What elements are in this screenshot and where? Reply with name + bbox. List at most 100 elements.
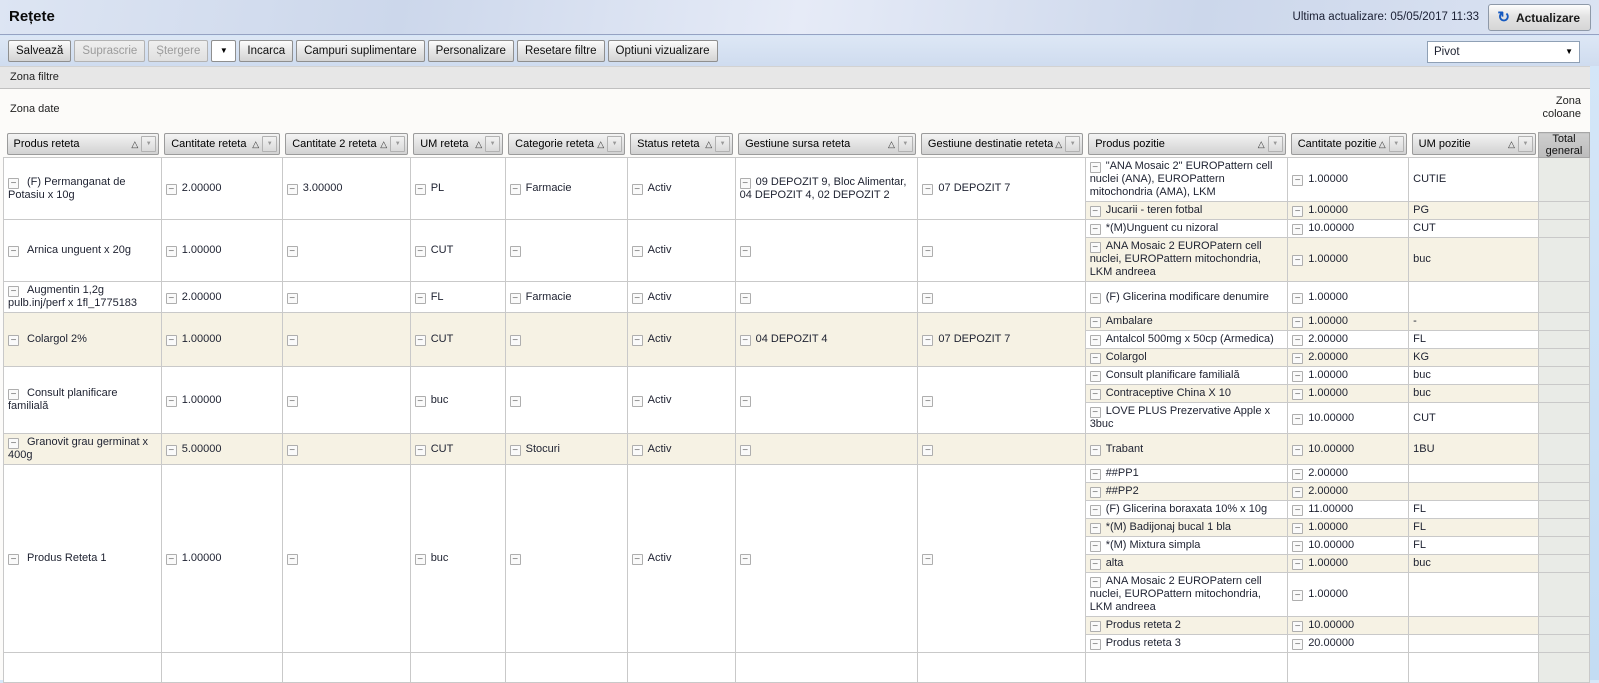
collapse-icon[interactable]: − (1292, 255, 1303, 266)
collapse-icon[interactable]: − (1090, 487, 1101, 498)
collapse-icon[interactable]: − (415, 335, 426, 346)
collapse-icon[interactable]: − (1292, 224, 1303, 235)
collapse-icon[interactable]: − (1090, 639, 1101, 650)
collapse-icon[interactable]: − (1090, 523, 1101, 534)
field-button-gestiune-destinatie-reteta[interactable]: Gestiune destinatie reteta△▼ (921, 133, 1083, 155)
collapse-icon[interactable]: − (1292, 293, 1303, 304)
collapse-icon[interactable]: − (510, 184, 521, 195)
collapse-icon[interactable]: − (287, 246, 298, 257)
collapse-icon[interactable]: − (287, 184, 298, 195)
collapse-icon[interactable]: − (415, 396, 426, 407)
collapse-icon[interactable]: − (415, 293, 426, 304)
collapse-icon[interactable]: − (166, 246, 177, 257)
collapse-icon[interactable]: − (8, 178, 19, 189)
toolbar-button-salveaz[interactable]: Salvează (8, 40, 71, 62)
collapse-icon[interactable]: − (1090, 577, 1101, 588)
filter-dropdown-button[interactable]: ▼ (715, 136, 730, 152)
collapse-icon[interactable]: − (632, 246, 643, 257)
collapse-icon[interactable]: − (8, 335, 19, 346)
collapse-icon[interactable]: − (1292, 487, 1303, 498)
collapse-icon[interactable]: − (1292, 559, 1303, 570)
filter-dropdown-button[interactable]: ▼ (898, 136, 913, 152)
collapse-icon[interactable]: − (1090, 335, 1101, 346)
field-button-gestiune-sursa-reteta[interactable]: Gestiune sursa reteta△▼ (738, 133, 916, 155)
filter-dropdown-button[interactable]: ▼ (1518, 136, 1533, 152)
collapse-icon[interactable]: − (1090, 541, 1101, 552)
collapse-icon[interactable]: − (166, 335, 177, 346)
collapse-icon[interactable]: − (1292, 590, 1303, 601)
field-button-um-pozitie[interactable]: UM pozitie△▼ (1412, 133, 1536, 155)
collapse-icon[interactable]: − (1292, 335, 1303, 346)
filter-dropdown-button[interactable]: ▼ (141, 136, 156, 152)
field-button-cantitate-pozitie[interactable]: Cantitate pozitie△▼ (1291, 133, 1407, 155)
collapse-icon[interactable]: − (415, 184, 426, 195)
collapse-icon[interactable]: − (1292, 541, 1303, 552)
filter-dropdown-button[interactable]: ▼ (607, 136, 622, 152)
collapse-icon[interactable]: − (8, 554, 19, 565)
collapse-icon[interactable]: − (8, 286, 19, 297)
collapse-icon[interactable]: − (166, 554, 177, 565)
collapse-icon[interactable]: − (166, 184, 177, 195)
field-button-cantitate-reteta[interactable]: Cantitate reteta△▼ (164, 133, 280, 155)
collapse-icon[interactable]: − (287, 396, 298, 407)
filter-dropdown-button[interactable]: ▼ (390, 136, 405, 152)
collapse-icon[interactable]: − (632, 293, 643, 304)
view-mode-select[interactable]: Pivot ▼ (1427, 41, 1580, 63)
collapse-icon[interactable]: − (1090, 242, 1101, 253)
collapse-icon[interactable]: − (8, 438, 19, 449)
filter-dropdown-button[interactable]: ▼ (1389, 136, 1404, 152)
collapse-icon[interactable]: − (922, 184, 933, 195)
collapse-icon[interactable]: − (1090, 162, 1101, 173)
collapse-icon[interactable]: − (287, 445, 298, 456)
collapse-icon[interactable]: − (922, 554, 933, 565)
collapse-icon[interactable]: − (1292, 206, 1303, 217)
collapse-icon[interactable]: − (1090, 353, 1101, 364)
collapse-icon[interactable]: − (1292, 469, 1303, 480)
collapse-icon[interactable]: − (510, 445, 521, 456)
collapse-icon[interactable]: − (8, 389, 19, 400)
collapse-icon[interactable]: − (1090, 505, 1101, 516)
field-button-cantitate-2-reteta[interactable]: Cantitate 2 reteta△▼ (285, 133, 408, 155)
collapse-icon[interactable]: − (632, 335, 643, 346)
collapse-icon[interactable]: − (1090, 469, 1101, 480)
collapse-icon[interactable]: − (287, 335, 298, 346)
collapse-icon[interactable]: − (1292, 389, 1303, 400)
collapse-icon[interactable]: − (166, 445, 177, 456)
collapse-icon[interactable]: − (922, 246, 933, 257)
collapse-icon[interactable]: − (1292, 445, 1303, 456)
collapse-icon[interactable]: − (740, 554, 751, 565)
toolbar-button-incarca[interactable]: Incarca (239, 40, 293, 62)
collapse-icon[interactable]: − (415, 554, 426, 565)
collapse-icon[interactable]: − (1090, 445, 1101, 456)
collapse-icon[interactable]: − (1090, 317, 1101, 328)
toolbar-button-campuri-suplimentare[interactable]: Campuri suplimentare (296, 40, 425, 62)
collapse-icon[interactable]: − (740, 396, 751, 407)
collapse-icon[interactable]: − (510, 335, 521, 346)
collapse-icon[interactable]: − (1090, 206, 1101, 217)
collapse-icon[interactable]: − (922, 396, 933, 407)
filter-dropdown-button[interactable]: ▼ (485, 136, 500, 152)
collapse-icon[interactable]: − (922, 293, 933, 304)
filter-dropdown-button[interactable]: ▼ (1065, 136, 1080, 152)
collapse-icon[interactable]: − (922, 445, 933, 456)
collapse-icon[interactable]: − (415, 445, 426, 456)
toolbar-button-optiuni-vizualizare[interactable]: Optiuni vizualizare (608, 40, 718, 62)
field-button-produs-reteta[interactable]: Produs reteta△▼ (7, 133, 160, 155)
collapse-icon[interactable]: − (740, 178, 751, 189)
collapse-icon[interactable]: − (1090, 621, 1101, 632)
collapse-icon[interactable]: − (632, 184, 643, 195)
filter-zone[interactable]: Zona filtre (0, 66, 1590, 89)
field-button-um-reteta[interactable]: UM reteta△▼ (413, 133, 503, 155)
toolbar-button-personalizare[interactable]: Personalizare (428, 40, 514, 62)
collapse-icon[interactable]: − (510, 246, 521, 257)
toolbar-button-resetare-filtre[interactable]: Resetare filtre (517, 40, 605, 62)
collapse-icon[interactable]: − (166, 293, 177, 304)
collapse-icon[interactable]: − (510, 293, 521, 304)
collapse-icon[interactable]: − (1292, 371, 1303, 382)
collapse-icon[interactable]: − (922, 335, 933, 346)
collapse-icon[interactable]: − (740, 445, 751, 456)
collapse-icon[interactable]: − (1090, 559, 1101, 570)
field-button-status-reteta[interactable]: Status reteta△▼ (630, 133, 733, 155)
collapse-icon[interactable]: − (1090, 389, 1101, 400)
collapse-icon[interactable]: − (415, 246, 426, 257)
